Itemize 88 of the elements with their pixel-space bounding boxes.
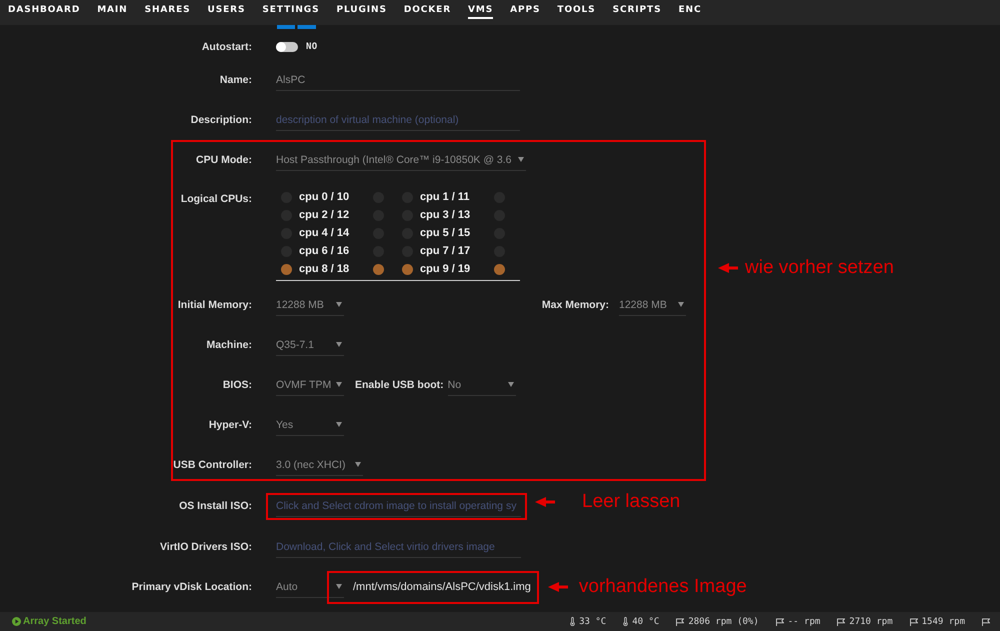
initial-memory-select[interactable]: 12288 MB [276, 294, 344, 316]
toggle-state-text: NO [306, 42, 318, 52]
annotation-text: Leer lassen [582, 491, 680, 513]
cpu-pair-label: cpu 3 / 13 [420, 209, 472, 221]
caret-icon [336, 302, 342, 307]
cpu-pair-label: cpu 8 / 18 [299, 263, 350, 275]
field-label: BIOS: [222, 378, 252, 393]
cut-off-tiles-icon [277, 25, 316, 29]
annotation-text: vorhandenes Image [578, 576, 747, 598]
caret-icon [336, 584, 342, 589]
cpu-pair-label: cpu 5 / 15 [420, 227, 472, 239]
cpu-checkbox[interactable] [281, 264, 292, 274]
field-label: USB Controller: [173, 458, 252, 473]
thermometer-icon [570, 617, 576, 626]
sensor-reading: 33 °C [579, 616, 606, 626]
machine-select[interactable]: Q35-7.1 [276, 334, 344, 356]
field-label: Logical CPUs: [180, 192, 252, 207]
field-label: Machine: [205, 338, 252, 353]
cpu-pair-label: cpu 2 / 12 [299, 209, 350, 221]
nav-tab[interactable]: APPS [510, 0, 540, 19]
cpu-pair-label: cpu 6 / 16 [299, 245, 350, 257]
caret-icon [678, 302, 684, 307]
autostart-toggle[interactable] [276, 42, 298, 52]
flag-icon [676, 618, 684, 626]
annotation-arrow [548, 582, 568, 592]
cpu-pair-label: cpu 4 / 14 [299, 227, 350, 239]
field-label: Autostart: [200, 40, 252, 55]
caret-icon [336, 342, 342, 347]
annotation-arrow [535, 497, 555, 507]
caret-icon [355, 462, 361, 467]
nav-tab[interactable]: PLUGINS [336, 0, 387, 19]
bios-select[interactable]: OVMF TPM [276, 374, 344, 396]
hyper-v-select[interactable]: Yes [276, 414, 344, 436]
usb-boot-select[interactable]: No [448, 374, 516, 396]
cpu-checkbox[interactable] [494, 264, 505, 274]
field-label: Enable USB boot: [355, 379, 444, 391]
cpu-pair-label: cpu 7 / 17 [420, 245, 472, 257]
nav-tab[interactable]: TOOLS [557, 0, 596, 19]
field-label: Initial Memory: [176, 298, 252, 313]
flag-icon [982, 618, 990, 626]
nav-tab[interactable]: SHARES [144, 0, 191, 19]
flag-icon [776, 618, 784, 626]
flag-icon [837, 618, 846, 626]
sensor-reading: 2710 rpm [849, 616, 893, 626]
sensor-reading: -- rpm [788, 616, 820, 626]
field-label: Primary vDisk Location: [130, 580, 252, 595]
field-label: VirtIO Drivers ISO: [158, 540, 252, 555]
field-label: Name: [218, 73, 252, 88]
vdisk-location-select[interactable]: Auto [276, 576, 344, 598]
max-memory-select[interactable]: 12288 MB [619, 294, 686, 316]
nav-tab[interactable]: MAIN [97, 0, 128, 19]
usb-controller-select[interactable]: 3.0 (nec XHCI) [276, 454, 363, 476]
caret-icon [508, 382, 514, 387]
virtio-iso-field[interactable]: Download, Click and Select virtio drivers image [276, 536, 521, 558]
nav-tab[interactable]: DOCKER [404, 0, 452, 19]
play-icon [12, 617, 21, 626]
field-label: CPU Mode: [195, 153, 252, 168]
thermometer-icon [623, 617, 628, 626]
nav-tab[interactable]: VMS [468, 0, 494, 19]
cpu-pair-label: cpu 0 / 10 [299, 191, 350, 203]
annotation-arrow [718, 263, 738, 273]
nav-tab[interactable]: ENC [678, 0, 702, 19]
annotation-text: wie vorher setzen [745, 257, 894, 279]
nav-tab[interactable]: SCRIPTS [612, 0, 662, 19]
description-field[interactable]: description of virtual machine (optional) [276, 109, 520, 131]
cpu-pair-label: cpu 9 / 19 [420, 263, 472, 275]
cpu-pair-label: cpu 1 / 11 [420, 191, 471, 203]
name-field[interactable]: AlsPC [276, 69, 520, 91]
nav-tab[interactable]: USERS [208, 0, 246, 19]
sensor-reading: 1549 rpm [922, 616, 965, 626]
field-label: OS Install ISO: [178, 499, 252, 514]
cpu-checkbox[interactable] [373, 264, 384, 274]
field-label: Description: [190, 113, 252, 128]
caret-icon [336, 422, 342, 427]
cpu-checkbox[interactable] [402, 264, 413, 274]
nav-tab[interactable]: SETTINGS [262, 0, 320, 19]
sensor-reading: 40 °C [632, 616, 660, 626]
caret-icon [336, 382, 342, 387]
sensor-reading: 2806 rpm (0%) [688, 616, 759, 626]
nav-tab[interactable]: DASHBOARD [8, 0, 80, 19]
flag-icon [910, 618, 918, 626]
os-install-iso-field[interactable]: Click and Select cdrom image to install operating sy [276, 495, 521, 517]
field-label: Max Memory: [542, 299, 609, 311]
cpu-mode-select[interactable]: Host Passthrough (Intel® Core™ i9-10850K @ 3.6 [276, 149, 526, 171]
caret-icon [518, 157, 524, 162]
field-label: Hyper-V: [208, 418, 252, 433]
array-status-text: Array Started [23, 616, 86, 627]
vdisk-path-text: /mnt/vms/domains/AlsPC/vdisk1.img [353, 581, 531, 593]
